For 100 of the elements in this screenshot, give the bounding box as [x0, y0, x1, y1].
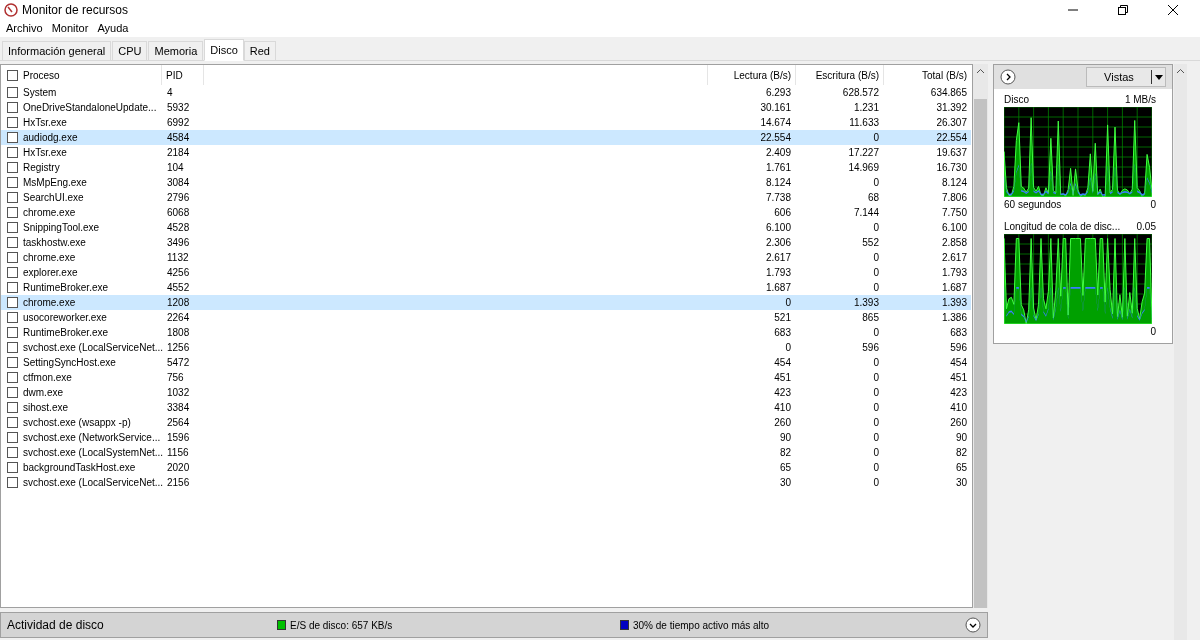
column-header[interactable]: Proceso: [23, 67, 60, 83]
checkbox[interactable]: [7, 102, 18, 113]
total-cell-text: 7.806: [940, 191, 968, 205]
table-row[interactable]: svchost.exe (NetworkService... 1596 90 0 90: [1, 430, 971, 445]
column-header[interactable]: Total (B/s): [883, 65, 971, 85]
table-row[interactable]: svchost.exe (wsappx -p) 2564 260 0 260: [1, 415, 971, 430]
checkbox[interactable]: [7, 402, 18, 413]
table-row[interactable]: RuntimeBroker.exe 4552 1.687 0 1.687: [1, 280, 971, 295]
table-row[interactable]: SearchUI.exe 2796 7.738 68 7.806: [1, 190, 971, 205]
checkbox[interactable]: [7, 282, 18, 293]
checkbox[interactable]: [7, 297, 18, 308]
checkbox[interactable]: [7, 357, 18, 368]
table-row[interactable]: MsMpEng.exe 3084 8.124 0 8.124: [1, 175, 971, 190]
expand-icon[interactable]: [965, 617, 981, 633]
checkbox[interactable]: [7, 477, 18, 488]
checkbox[interactable]: [7, 87, 18, 98]
table-row[interactable]: dwm.exe 1032 423 0 423: [1, 385, 971, 400]
table-row[interactable]: RuntimeBroker.exe 1808 683 0 683: [1, 325, 971, 340]
total-cell-text: 1.386: [940, 311, 968, 325]
checkbox[interactable]: [7, 132, 18, 143]
table-row[interactable]: svchost.exe (LocalSystemNet... 1156 82 0 82: [1, 445, 971, 460]
table-row[interactable]: HxTsr.exe 2184 2.409 17.227 19.637: [1, 145, 971, 160]
table-row[interactable]: SnippingTool.exe 4528 6.100 0 6.100: [1, 220, 971, 235]
write-cell-text: 1.393: [852, 296, 880, 310]
process-name: SettingSyncHost.exe: [23, 356, 116, 370]
tab[interactable]: Red: [243, 41, 276, 60]
process-name: ctfmon.exe: [23, 371, 72, 385]
menu-item[interactable]: Ayuda: [97, 20, 129, 37]
table-row[interactable]: OneDriveStandaloneUpdate... 5932 30.161 1.231 31.392: [1, 100, 971, 115]
process-name: audiodg.exe: [23, 131, 78, 145]
table-row[interactable]: explorer.exe 4256 1.793 0 1.793: [1, 265, 971, 280]
table-row[interactable]: audiodg.exe 4584 22.554 0 22.554: [1, 130, 971, 145]
checkbox[interactable]: [7, 312, 18, 323]
menu-item[interactable]: Archivo: [6, 20, 43, 37]
graph-title: Disco: [1004, 93, 1029, 107]
table-row[interactable]: System 4 6.293 628.572 634.865: [1, 85, 971, 100]
checkbox[interactable]: [7, 387, 18, 398]
checkbox[interactable]: [7, 207, 18, 218]
checkbox[interactable]: [7, 147, 18, 158]
table-row[interactable]: svchost.exe (LocalServiceNet... 1256 0 596 596: [1, 340, 971, 355]
column-header[interactable]: Escritura (B/s): [795, 65, 883, 85]
tab[interactable]: CPU: [112, 41, 148, 60]
checkbox[interactable]: [7, 192, 18, 203]
read-cell-text: 7.738: [764, 191, 792, 205]
table-row[interactable]: usocoreworker.exe 2264 521 865 1.386: [1, 310, 971, 325]
read-cell-text: 2.306: [764, 236, 792, 250]
table-row[interactable]: SettingSyncHost.exe 5472 454 0 454: [1, 355, 971, 370]
checkbox[interactable]: [7, 432, 18, 443]
write-cell-text: 0: [872, 461, 880, 475]
pid-cell-text: 3384: [166, 401, 191, 415]
checkbox[interactable]: [7, 237, 18, 248]
checkbox[interactable]: [7, 117, 18, 128]
checkbox[interactable]: [7, 222, 18, 233]
table-row[interactable]: taskhostw.exe 3496 2.306 552 2.858: [1, 235, 971, 250]
pid-cell-text: 2184: [166, 146, 191, 160]
total-cell-text: 6.100: [940, 221, 968, 235]
pid-cell-text: 3084: [166, 176, 191, 190]
checkbox[interactable]: [7, 252, 18, 263]
total-cell-text: 1.687: [940, 281, 968, 295]
scrollbar[interactable]: [973, 64, 988, 608]
total-cell-text: 410: [949, 401, 968, 415]
write-cell-text: 628.572: [841, 86, 880, 100]
table-row[interactable]: Registry 104 1.761 14.969 16.730: [1, 160, 971, 175]
checkbox[interactable]: [7, 342, 18, 353]
column-header[interactable]: Lectura (B/s): [707, 65, 795, 85]
read-cell-text: 6.100: [764, 221, 792, 235]
pid-cell-text: 1808: [166, 326, 191, 340]
checkbox[interactable]: [7, 417, 18, 428]
tab[interactable]: Información general: [2, 41, 112, 60]
checkbox[interactable]: [7, 267, 18, 278]
process-name: Registry: [23, 161, 60, 175]
views-button[interactable]: Vistas: [1086, 67, 1166, 87]
chevron-icon[interactable]: [1000, 69, 1016, 85]
checkbox[interactable]: [7, 447, 18, 458]
checkbox[interactable]: [7, 162, 18, 173]
checkbox[interactable]: [7, 177, 18, 188]
table-row[interactable]: backgroundTaskHost.exe 2020 65 0 65: [1, 460, 971, 475]
total-cell-text: 2.617: [940, 251, 968, 265]
table-row[interactable]: chrome.exe 6068 606 7.144 7.750: [1, 205, 971, 220]
write-cell-text: 0: [872, 326, 880, 340]
table-row[interactable]: ctfmon.exe 756 451 0 451: [1, 370, 971, 385]
table-row[interactable]: chrome.exe 1132 2.617 0 2.617: [1, 250, 971, 265]
table-row[interactable]: svchost.exe (LocalServiceNet... 2156 30 0 30: [1, 475, 971, 490]
table-row[interactable]: HxTsr.exe 6992 14.674 11.633 26.307: [1, 115, 971, 130]
tab[interactable]: Memoria: [148, 41, 204, 60]
section-header[interactable]: Actividad de disco E/S de disco: 657 KB/s 30% de tiempo activo más alto: [0, 612, 988, 638]
checkbox[interactable]: [7, 69, 18, 81]
checkbox[interactable]: [7, 372, 18, 383]
checkbox[interactable]: [7, 327, 18, 338]
menu-item[interactable]: Monitor: [51, 20, 89, 37]
checkbox[interactable]: [7, 462, 18, 473]
scrollbar[interactable]: [1174, 64, 1187, 640]
write-cell-text: 14.969: [847, 161, 880, 175]
table-row[interactable]: sihost.exe 3384 410 0 410: [1, 400, 971, 415]
process-name: RuntimeBroker.exe: [23, 326, 109, 340]
column-header[interactable]: PID: [162, 65, 204, 85]
read-cell-text: 14.674: [759, 116, 792, 130]
tab[interactable]: Disco: [204, 39, 244, 61]
table-row[interactable]: chrome.exe 1208 0 1.393 1.393: [1, 295, 971, 310]
read-cell-text: 8.124: [764, 176, 792, 190]
